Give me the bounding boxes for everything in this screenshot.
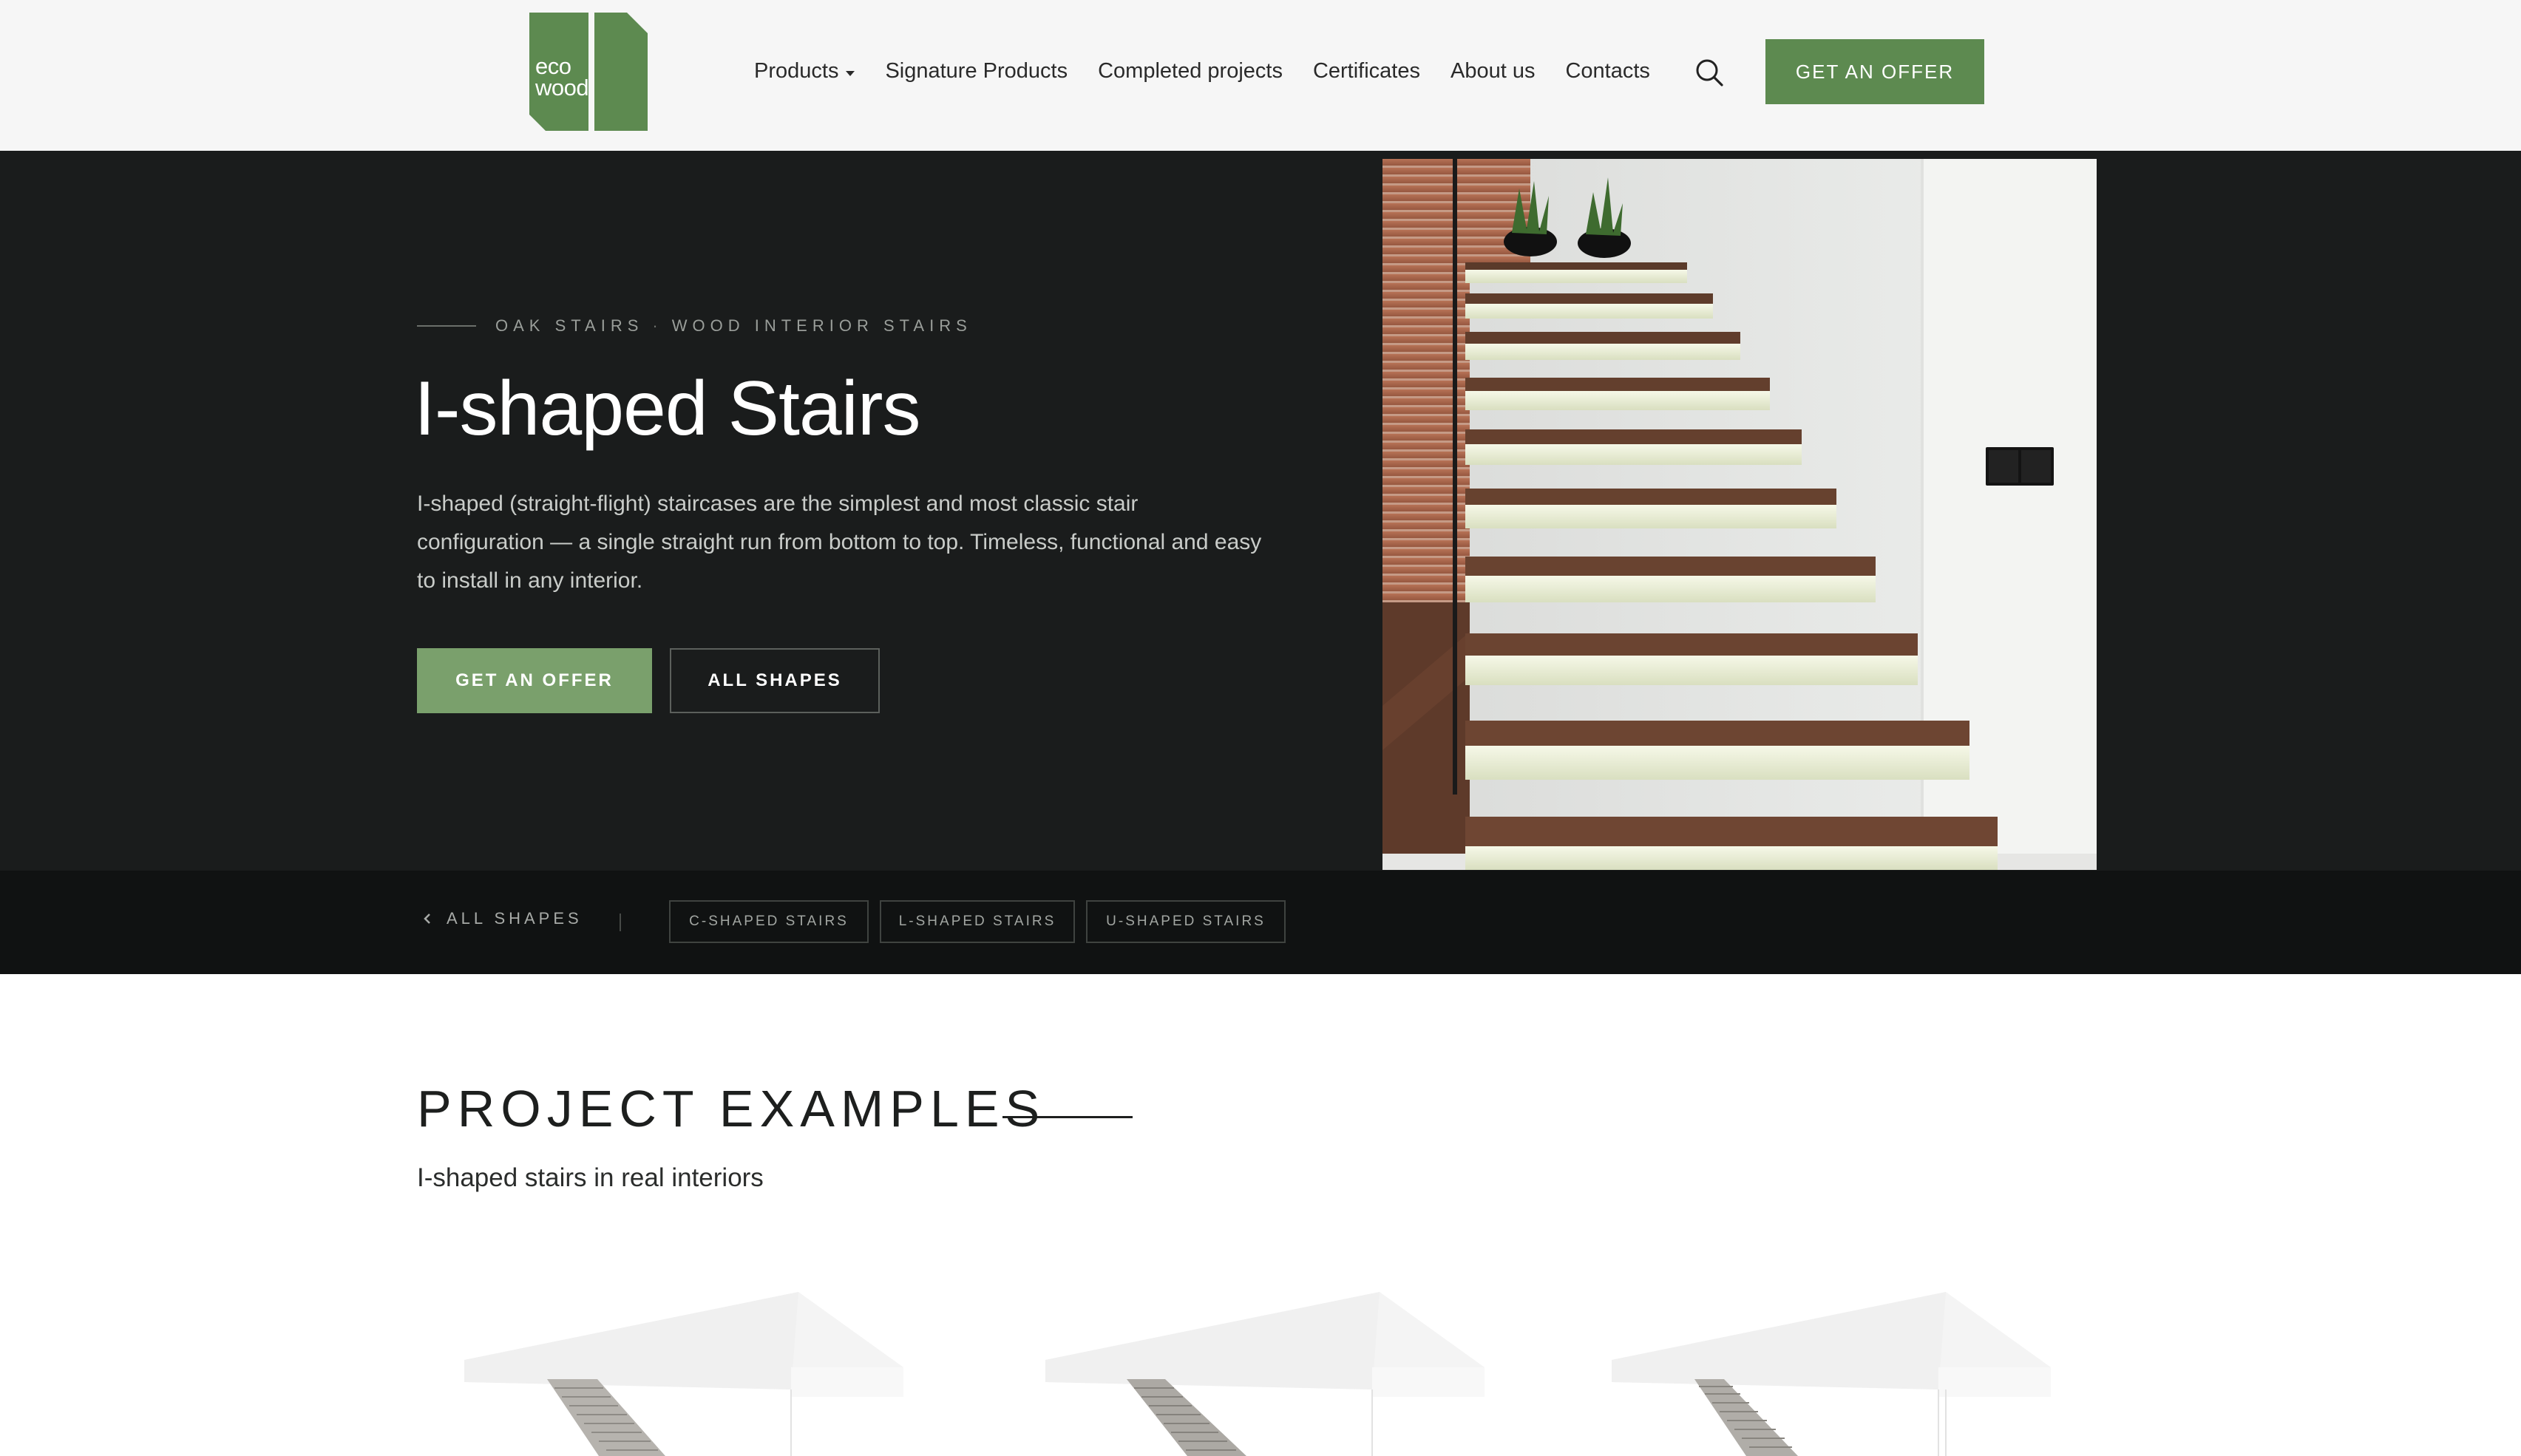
breadcrumb-line <box>417 325 476 327</box>
breadcrumb-oak-stairs[interactable]: OAK STAIRS <box>495 316 643 336</box>
chip-u-shaped-stairs[interactable]: U-SHAPED STAIRS <box>1086 900 1286 943</box>
chip-l-shaped-stairs[interactable]: L-SHAPED STAIRS <box>880 900 1075 943</box>
nav-about-us[interactable]: About us <box>1450 59 1535 84</box>
nav-products-label: Products <box>754 58 839 83</box>
hero-description: I-shaped (straight-flight) staircases ar… <box>417 491 1262 593</box>
shapes-nav-bar: ALL SHAPES C-SHAPED STAIRS L-SHAPED STAI… <box>0 871 2521 974</box>
chevron-left-icon <box>424 914 430 924</box>
logo-text: eco wood <box>535 53 589 101</box>
nav-completed-projects[interactable]: Completed projects <box>1098 59 1283 84</box>
all-shapes-back-label: ALL SHAPES <box>447 909 583 928</box>
chevron-down-icon <box>846 70 855 76</box>
bar-divider <box>620 914 621 931</box>
logo-line-wood: wood <box>535 75 589 101</box>
breadcrumb-separator: · <box>652 316 663 335</box>
site-header: eco wood Products Signature Products Com… <box>0 0 2521 151</box>
project-card-2[interactable] <box>1039 1271 1527 1456</box>
hero-section: OAK STAIRS · WOOD INTERIOR STAIRS I-shap… <box>0 151 2521 871</box>
nav-contacts[interactable]: Contacts <box>1565 59 1649 84</box>
hero-get-offer-button[interactable]: GET AN OFFER <box>417 648 652 713</box>
hero-all-shapes-button[interactable]: ALL SHAPES <box>670 648 880 713</box>
section-title-rule <box>1002 1116 1133 1118</box>
all-shapes-back-link[interactable]: ALL SHAPES <box>421 909 583 928</box>
section-title: PROJECT EXAMPLES <box>417 1080 1046 1137</box>
nav-products[interactable]: Products <box>754 59 855 84</box>
header-get-offer-button[interactable]: GET AN OFFER <box>1765 39 1984 104</box>
nav-certificates[interactable]: Certificates <box>1313 59 1420 84</box>
eco-wood-logo[interactable]: eco wood <box>529 13 648 131</box>
stair-render-image <box>1045 1292 1485 1456</box>
breadcrumb: OAK STAIRS · WOOD INTERIOR STAIRS <box>417 316 972 336</box>
page-title: I-shaped Stairs <box>414 366 920 452</box>
main-nav: Products Signature Products Completed pr… <box>754 56 1680 86</box>
hero-staircase-image <box>1382 159 2097 870</box>
stair-render-image <box>464 1292 903 1456</box>
project-card-3[interactable] <box>1606 1271 2094 1456</box>
breadcrumb-wood-interior-stairs[interactable]: WOOD INTERIOR STAIRS <box>672 316 972 336</box>
project-card-1[interactable] <box>458 1271 946 1456</box>
search-icon[interactable] <box>1694 58 1724 87</box>
logo-line-eco: eco <box>535 53 571 79</box>
section-subtitle: I-shaped stairs in real interiors <box>417 1163 764 1192</box>
stair-render-image <box>1612 1292 2051 1456</box>
nav-signature-products[interactable]: Signature Products <box>885 59 1068 84</box>
chip-c-shaped-stairs[interactable]: C-SHAPED STAIRS <box>669 900 869 943</box>
